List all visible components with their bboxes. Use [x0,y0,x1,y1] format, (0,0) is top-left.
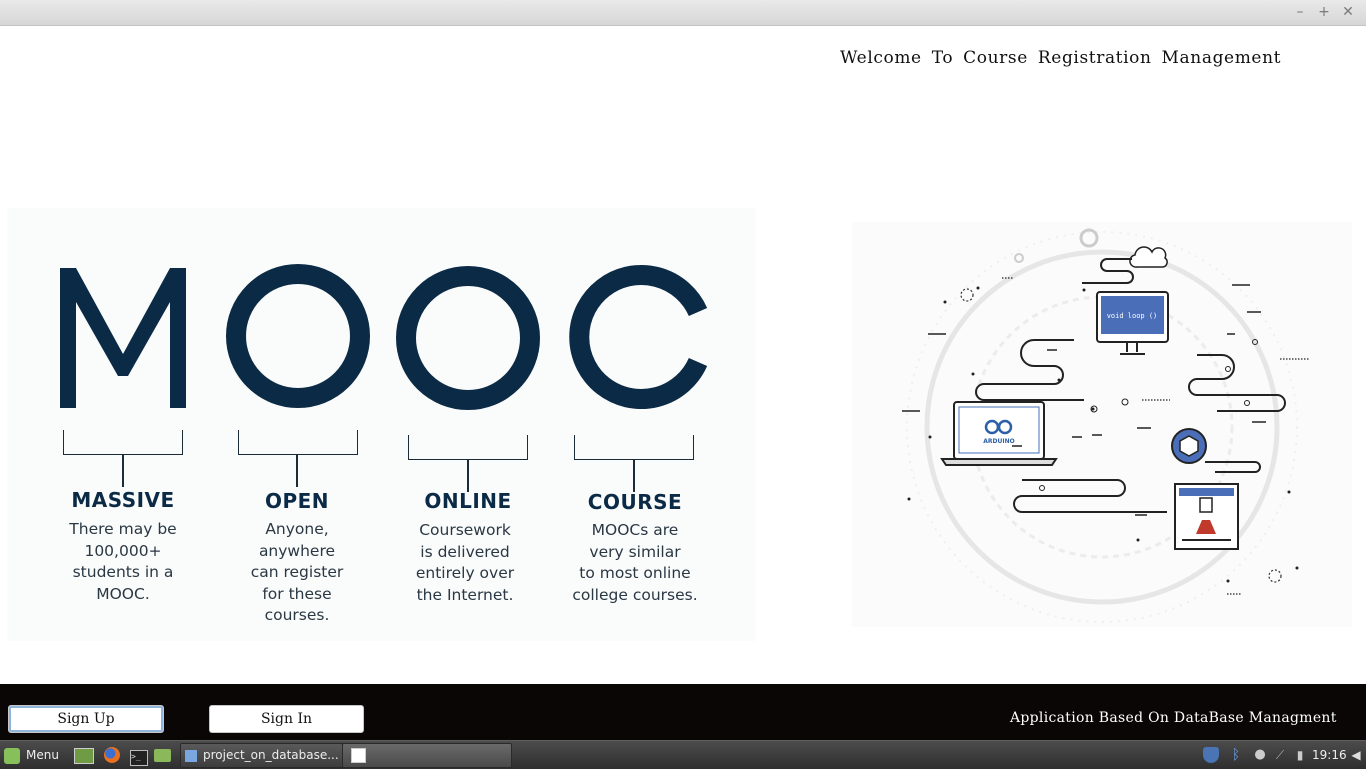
welcome-heading: Welcome To Course Registration Managemen… [840,48,1282,68]
mint-logo-icon [4,747,20,764]
mooc-word-open: OPEN [264,489,330,513]
app-footnote: Application Based On DataBase Managment [1010,710,1337,726]
maximize-button[interactable]: + [1314,3,1334,21]
mooc-desc-course: MOOCs are very similar to most online colle… [572,521,698,604]
laptop-icon: ARDUINO [940,401,1058,466]
battery-icon[interactable]: ▮ [1292,747,1308,763]
volume-icon[interactable]: ◀ [1348,747,1364,763]
os-taskbar: Menu >_ project_on_database... ᛒ ● ⟋ ▮ 1… [0,740,1366,769]
user-icon[interactable]: ● [1252,747,1268,763]
taskbar-window-project[interactable]: project_on_database... [180,743,344,768]
close-button[interactable]: ✕ [1338,3,1358,21]
bracket-stem-online [467,460,469,492]
bracket-open [238,430,358,455]
start-menu-button[interactable]: Menu [4,744,64,766]
java-icon [351,748,366,763]
mooc-desc-massive: There may be 100,000+ students in a MOOC. [69,520,177,603]
mooc-letter-o-2 [396,266,540,410]
shield-icon[interactable] [1203,747,1219,763]
mooc-desc-online: Coursework is delivered entirely over the I… [415,521,515,604]
bracket-massive [63,430,183,455]
window-titlebar: – + ✕ [0,0,1366,26]
taskbar-window-project-label: project_on_database... [203,748,339,762]
taskbar-window-java[interactable] [342,743,512,768]
bracket-stem-course [633,460,635,492]
clock[interactable]: 19:16 [1312,744,1347,766]
bracket-stem-open [296,455,298,487]
bracket-course [574,435,694,460]
monitor-code-label: void loop () [1107,312,1158,320]
mooc-word-online: ONLINE [424,489,512,513]
mooc-letter-c [569,265,708,409]
mooc-word-massive: MASSIVE [71,488,175,512]
bracket-stem-massive [122,455,124,487]
cube-gear-icon [1171,428,1207,464]
minimize-button[interactable]: – [1290,3,1310,21]
terminal-icon[interactable]: >_ [130,744,150,766]
menu-label: Menu [26,748,59,762]
firefox-icon[interactable] [104,744,124,766]
show-desktop-icon[interactable] [74,744,94,766]
mooc-letter-o-1 [226,264,370,408]
signup-button[interactable]: Sign Up [8,705,164,733]
netbeans-icon [185,749,197,762]
tech-illustration: void loop () ARDUINO [852,222,1352,627]
files-icon[interactable] [154,744,174,766]
laptop-arduino-label: ARDUINO [983,438,1014,445]
mooc-desc-open: Anyone, anywhere can register for these cour… [250,520,344,624]
bracket-online [408,435,528,460]
3d-printer-icon [1174,483,1239,550]
mooc-letter-m [60,268,186,408]
mooc-word-course: COURSE [587,490,683,514]
network-icon[interactable]: ⟋ [1272,747,1288,763]
signin-button[interactable]: Sign In [209,705,364,733]
bluetooth-icon[interactable]: ᛒ [1228,747,1244,763]
